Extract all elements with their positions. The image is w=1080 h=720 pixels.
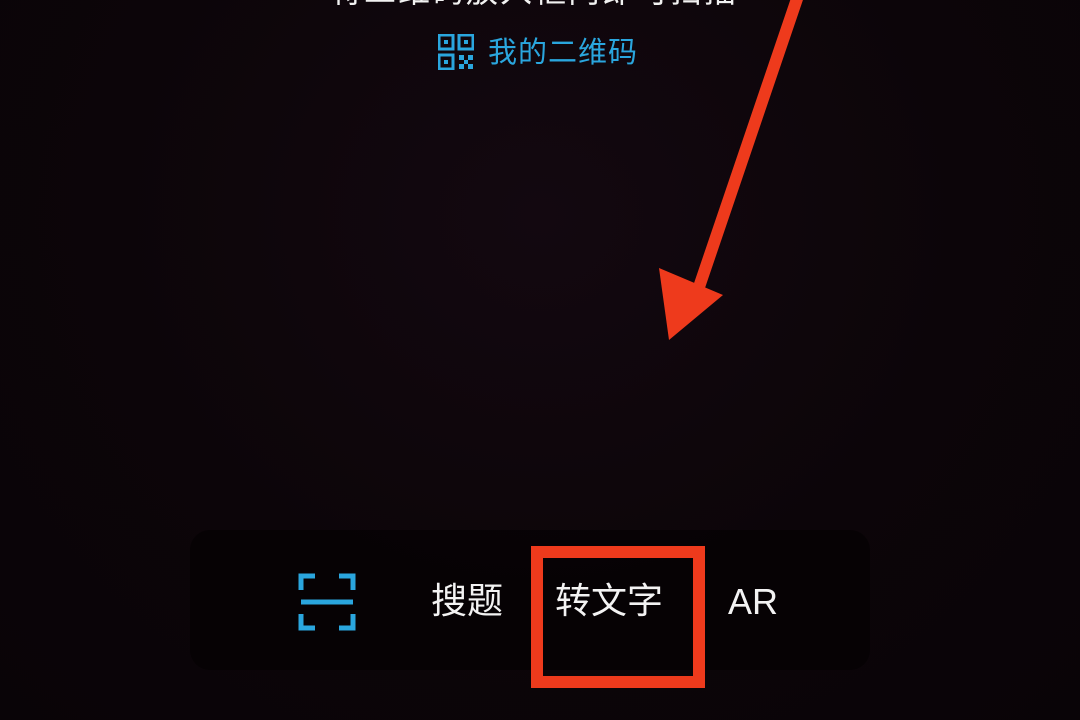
my-qr-code-link[interactable]: 我的二维码	[438, 32, 638, 72]
mode-search-question-label: 搜题	[431, 581, 504, 622]
mode-search-question[interactable]: 搜题	[431, 572, 503, 632]
annotation-arrow	[659, 0, 803, 340]
mode-to-text[interactable]: 转文字	[555, 572, 663, 632]
my-qr-code-label: 我的二维码	[488, 35, 639, 69]
scanner-screen: 将二维码放入框内即可扫描 我的二维码 搜题	[0, 0, 1080, 720]
mode-ar-label: AR	[728, 581, 779, 622]
mode-scan[interactable]	[298, 572, 356, 632]
scan-frame-icon	[298, 573, 356, 631]
qr-code-icon	[438, 34, 474, 70]
mode-ar[interactable]: AR	[728, 572, 778, 632]
mode-to-text-label: 转文字	[555, 581, 664, 622]
scan-hint-text: 将二维码放入框内即可扫描	[330, 0, 770, 8]
